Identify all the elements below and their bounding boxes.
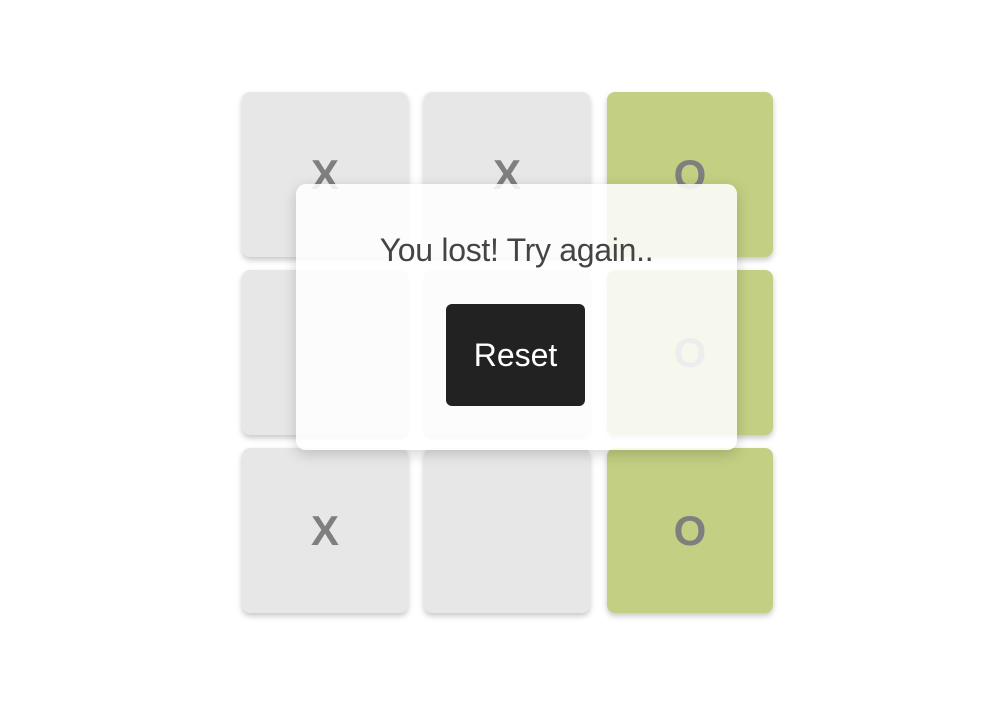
- cell-mark: X: [310, 506, 339, 554]
- board-cell-7[interactable]: X: [242, 448, 408, 613]
- game-result-message: You lost! Try again..: [379, 232, 654, 268]
- game-page: X X O X O X O You lost! Try again.. Rese…: [0, 0, 1008, 720]
- cell-mark: O: [673, 506, 707, 554]
- reset-button[interactable]: Reset: [446, 304, 585, 406]
- board-cell-8[interactable]: [424, 448, 590, 613]
- board-cell-9[interactable]: O: [607, 448, 773, 613]
- game-over-dialog: You lost! Try again.. Reset: [296, 184, 737, 450]
